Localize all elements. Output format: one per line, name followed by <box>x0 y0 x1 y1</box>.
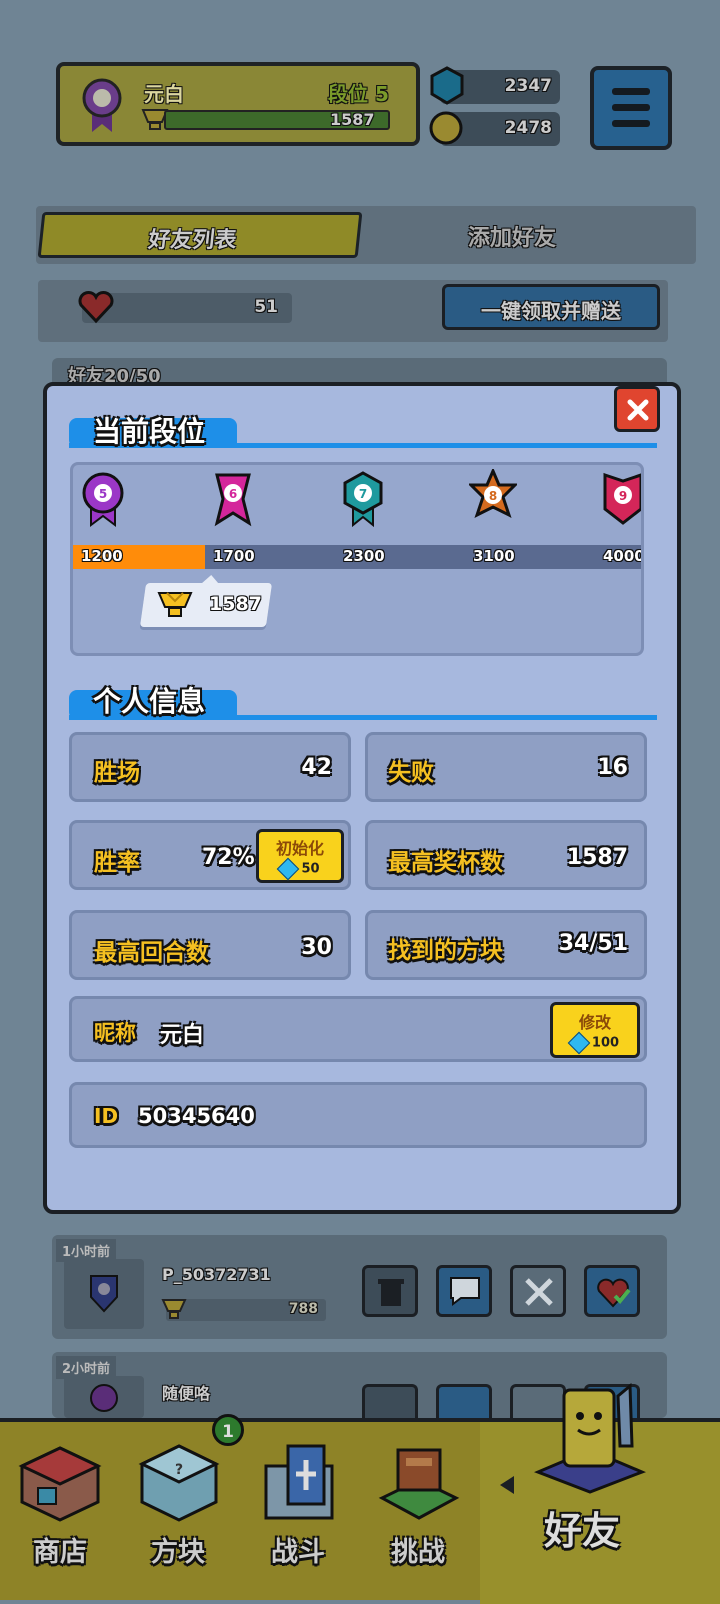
nav-battle[interactable]: 战斗 <box>244 1420 352 1600</box>
svg-text:7: 7 <box>359 487 367 501</box>
arrow-left-icon <box>500 1476 514 1494</box>
friend-name: 随便咯 <box>162 1384 211 1403</box>
gem-icon <box>567 1031 591 1055</box>
rank-threshold: 2300 <box>343 547 385 565</box>
rank-badge-icon <box>82 78 122 132</box>
trophy-icon <box>161 1299 187 1319</box>
battle-icon <box>264 1444 334 1520</box>
section-personal-info-header: 个人信息 <box>69 685 657 720</box>
swords-icon <box>525 1278 553 1306</box>
svg-text:8: 8 <box>489 489 497 503</box>
delete-friend-button[interactable] <box>362 1265 418 1317</box>
gem-icon <box>277 857 300 881</box>
player-name: 元白 <box>144 82 184 106</box>
svg-text:6: 6 <box>229 487 237 501</box>
block-icon: ? <box>138 1444 220 1522</box>
nav-shop[interactable]: 商店 <box>6 1420 114 1600</box>
reset-winrate-button[interactable]: 初始化 50 <box>256 829 344 883</box>
challenge-icon <box>378 1448 460 1520</box>
friend-trophies: 788 <box>161 1299 326 1321</box>
tab-add-friend[interactable]: 添加好友 <box>468 220 556 252</box>
rank-badge-icon: 7 <box>343 471 383 528</box>
friend-avatar <box>64 1259 144 1329</box>
friend-avatar <box>64 1376 144 1418</box>
stat-losses: 失败 16 <box>365 732 647 802</box>
section-title: 个人信息 <box>93 685 206 718</box>
chat-button[interactable] <box>436 1265 492 1317</box>
player-card[interactable]: 元白 段位 5 1587 <box>56 62 420 146</box>
gems-counter: 2347 <box>430 66 560 105</box>
stat-winrate: 胜率 72% 初始化 50 <box>69 820 351 890</box>
battle-button[interactable] <box>510 1265 566 1317</box>
rank-ladder-panel: 5 6 7 8 9 1200 1700 2300 3100 4000 1587 <box>70 462 644 656</box>
rank-label: 段位 5 <box>328 82 389 106</box>
stat-blocks-found: 找到的方块 34/51 <box>365 910 647 980</box>
heart-check-icon <box>597 1278 631 1308</box>
menu-button[interactable] <box>590 66 672 150</box>
chat-icon <box>450 1277 480 1306</box>
shop-icon <box>18 1446 102 1522</box>
stat-wins: 胜场 42 <box>69 732 351 802</box>
nav-blocks[interactable]: ? 1 方块 <box>124 1414 244 1600</box>
svg-text:?: ? <box>175 1462 183 1478</box>
svg-text:5: 5 <box>99 487 107 501</box>
rank-threshold: 3100 <box>473 547 515 565</box>
rank-badge-icon: 5 <box>82 472 124 527</box>
nav-blocks-badge: 1 <box>212 1414 244 1446</box>
nickname-value: 元白 <box>160 1023 205 1048</box>
friend-name: P_50372731 <box>162 1265 271 1284</box>
stat-max-trophies: 最高奖杯数 1587 <box>365 820 647 890</box>
rank-badge-icon <box>90 1275 118 1313</box>
rank-threshold: 1200 <box>81 547 123 565</box>
claim-all-button[interactable]: 一键领取并赠送 <box>442 284 660 330</box>
chat-button[interactable] <box>436 1384 492 1418</box>
tab-friend-list[interactable]: 好友列表 <box>37 212 363 258</box>
hearts-counter: 51 <box>78 291 292 324</box>
heart-icon <box>78 291 114 324</box>
friend-character-icon <box>534 1382 646 1494</box>
gem-icon <box>430 66 464 105</box>
profile-modal: 当前段位 5 6 7 8 9 1200 1700 2300 3100 4000 … <box>43 382 681 1214</box>
delete-friend-button[interactable] <box>362 1384 418 1418</box>
svg-text:9: 9 <box>619 489 627 503</box>
trophy-icon <box>157 592 193 617</box>
edit-nickname-button[interactable]: 修改 100 <box>550 1002 640 1058</box>
id-row: ID 50345640 <box>69 1082 647 1148</box>
menu-icon <box>612 88 650 95</box>
rank-badge-icon: 9 <box>603 472 641 525</box>
section-title: 当前段位 <box>93 415 206 448</box>
stat-max-rounds: 最高回合数 30 <box>69 910 351 980</box>
nickname-row: 昵称 元白 修改 100 <box>69 996 647 1062</box>
rank-badge-icon: 8 <box>469 469 517 518</box>
send-heart-button[interactable] <box>584 1265 640 1317</box>
coins-counter: 2478 <box>429 111 560 146</box>
player-id: 50345640 <box>138 1104 255 1128</box>
nav-challenge[interactable]: 挑战 <box>364 1420 472 1600</box>
trophy-count: 1587 <box>330 110 375 129</box>
rank-badge-icon: 6 <box>214 473 252 527</box>
section-current-rank-header: 当前段位 <box>69 415 657 448</box>
current-trophies: 1587 <box>209 593 262 615</box>
rank-progress-track: 1200 1700 2300 3100 4000 <box>73 545 644 569</box>
nav-friends[interactable]: 好友 <box>490 1376 720 1600</box>
friend-row[interactable]: 1小时前 P_50372731 788 <box>52 1235 667 1339</box>
trash-icon <box>378 1279 404 1306</box>
rank-threshold: 4000 <box>603 547 644 565</box>
rank-badge-icon <box>90 1384 118 1412</box>
coin-icon <box>429 111 463 145</box>
rank-threshold: 1700 <box>213 547 255 565</box>
